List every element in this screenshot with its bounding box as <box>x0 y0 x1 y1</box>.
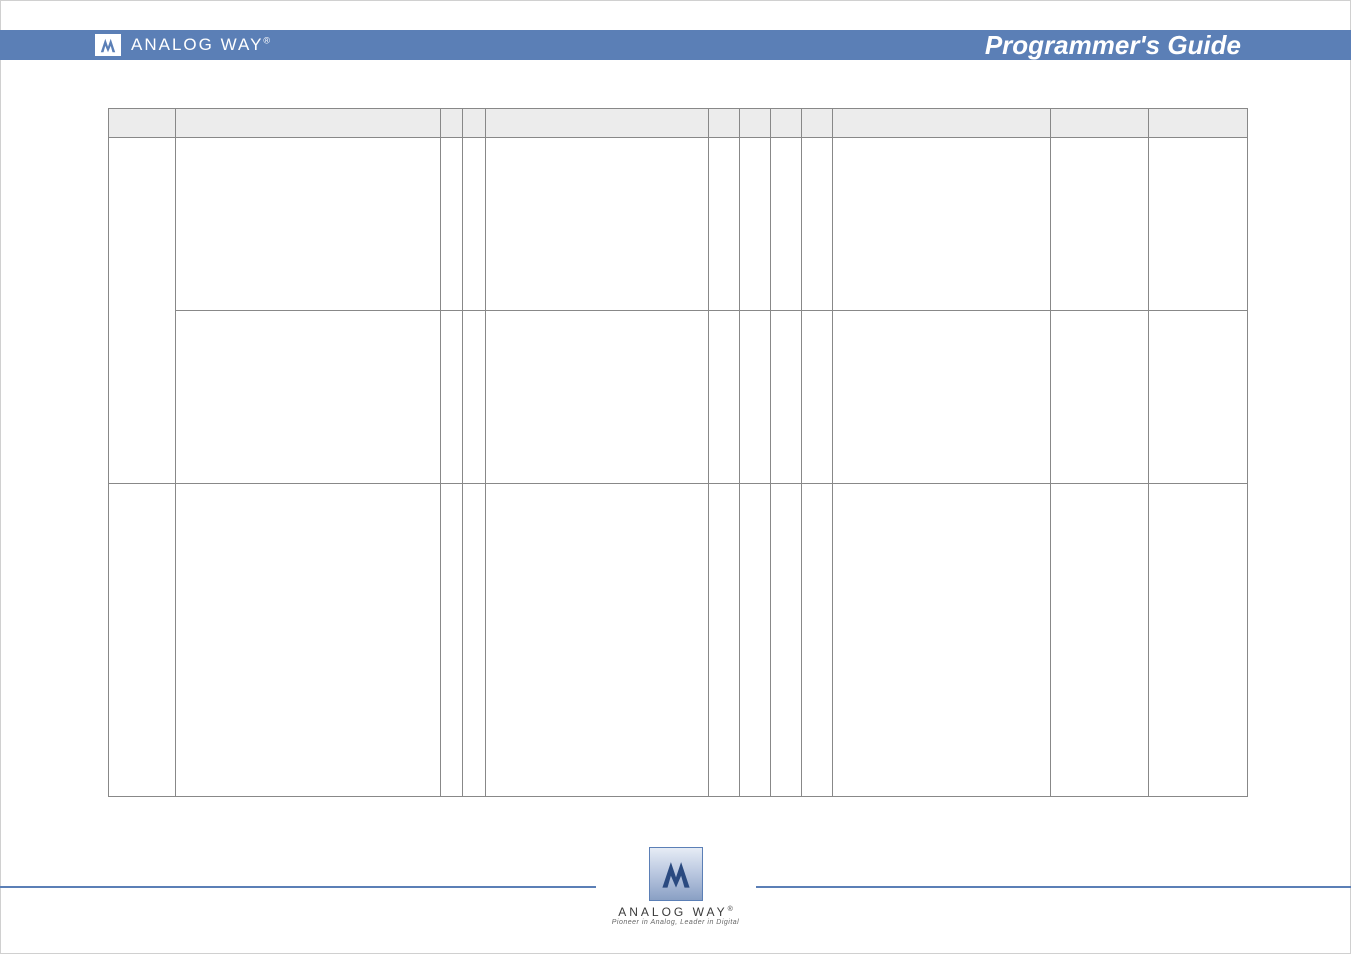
cell <box>109 484 176 797</box>
footer-rule-left <box>0 886 596 888</box>
cell <box>771 484 802 797</box>
cell <box>440 484 463 797</box>
cell <box>109 138 176 484</box>
cell <box>802 138 833 311</box>
table-row <box>109 484 1248 797</box>
analog-way-mark-icon <box>659 857 693 891</box>
footer-center: ANALOG WAY® Pioneer in Analog, Leader in… <box>596 847 756 926</box>
cell <box>1050 138 1148 311</box>
col-header <box>463 109 486 138</box>
footer-registered: ® <box>728 906 733 913</box>
brand-text: ANALOG WAY <box>131 35 263 54</box>
cell <box>1050 484 1148 797</box>
cell <box>1149 484 1248 797</box>
cell <box>709 138 740 311</box>
cell <box>709 311 740 484</box>
cell <box>740 484 771 797</box>
page-title: Programmer's Guide <box>985 30 1241 61</box>
cell <box>802 311 833 484</box>
col-header <box>1149 109 1248 138</box>
cell <box>833 138 1051 311</box>
cell <box>463 311 486 484</box>
cell <box>176 138 440 311</box>
table-row <box>109 138 1248 311</box>
header-banner: ANALOG WAY® Programmer's Guide <box>0 30 1351 60</box>
cell <box>1149 311 1248 484</box>
analog-way-mark-icon <box>99 36 117 54</box>
cell <box>740 138 771 311</box>
col-header <box>109 109 176 138</box>
col-header <box>771 109 802 138</box>
col-header <box>486 109 709 138</box>
cell <box>176 311 440 484</box>
page-footer: ANALOG WAY® Pioneer in Analog, Leader in… <box>0 847 1351 926</box>
cell <box>1149 138 1248 311</box>
cell <box>440 138 463 311</box>
cell <box>709 484 740 797</box>
table <box>108 108 1248 797</box>
cell <box>176 484 440 797</box>
footer-brand: ANALOG WAY® <box>618 905 733 919</box>
col-header <box>440 109 463 138</box>
col-header <box>833 109 1051 138</box>
cell <box>833 311 1051 484</box>
command-table <box>108 108 1248 797</box>
cell <box>1050 311 1148 484</box>
col-header <box>740 109 771 138</box>
brand-logo-icon <box>95 34 121 56</box>
cell <box>771 311 802 484</box>
cell <box>833 484 1051 797</box>
table-row <box>109 311 1248 484</box>
cell <box>740 311 771 484</box>
cell <box>440 311 463 484</box>
col-header <box>802 109 833 138</box>
footer-brand-text: ANALOG WAY <box>618 905 727 919</box>
cell <box>486 311 709 484</box>
footer-tagline: Pioneer in Analog, Leader in Digital <box>612 919 739 926</box>
cell <box>463 138 486 311</box>
cell <box>802 484 833 797</box>
footer-logo-icon <box>649 847 703 901</box>
col-header <box>176 109 440 138</box>
brand-name: ANALOG WAY® <box>131 35 272 55</box>
cell <box>486 484 709 797</box>
cell <box>771 138 802 311</box>
col-header <box>709 109 740 138</box>
table-header <box>109 109 1248 138</box>
footer-rule-right <box>756 886 1351 888</box>
cell <box>463 484 486 797</box>
col-header <box>1050 109 1148 138</box>
cell <box>486 138 709 311</box>
brand-registered: ® <box>263 35 272 45</box>
